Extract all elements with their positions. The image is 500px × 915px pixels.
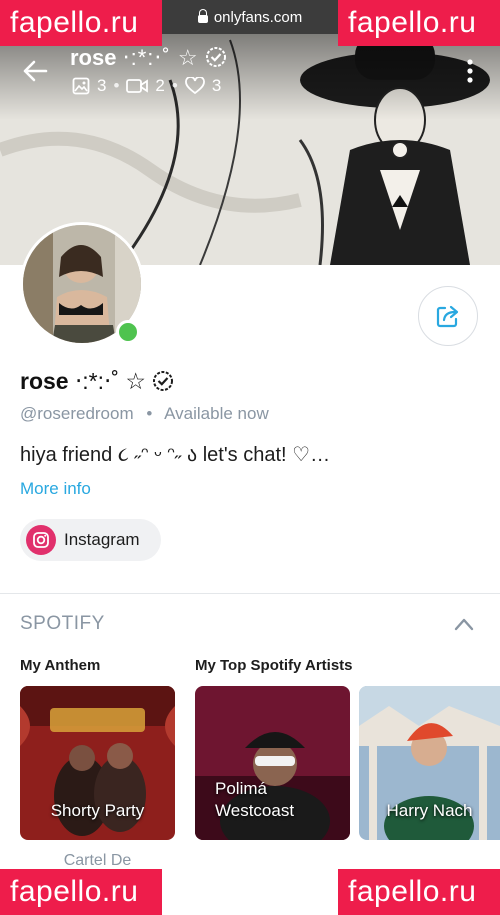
handle-row: @roseredroom • Available now [20,404,269,424]
artist-name: Harry Nach [386,801,473,820]
header-name-deco: ‧:*:‧˚ ☆ [122,45,199,70]
section-divider [0,593,500,594]
heart-icon [184,77,205,95]
browser-url-bar[interactable]: onlyfans.com [162,0,338,34]
instagram-link[interactable]: Instagram [20,519,161,561]
photo-count: 3 [97,76,107,95]
availability-status: Available now [164,404,269,423]
back-arrow-icon[interactable] [22,58,48,84]
spotify-section-title: SPOTIFY [20,613,105,634]
online-status-dot [116,320,140,344]
share-icon [436,305,459,328]
handle-separator: • [146,404,153,423]
profile-bio: hiya friend ૮ ˶ᵔ ᵕ ᵔ˶ ა let's chat! ♡… [20,444,331,466]
lock-icon [197,9,208,23]
header-profile-name: rose ‧:*:‧˚ ☆ [70,45,227,71]
profile-name-deco: ‧:*:‧˚ ☆ [74,368,147,394]
watermark-top-right: fapello.ru [338,0,500,46]
top-artists-label: My Top Spotify Artists [195,657,353,674]
stat-separator: • [171,76,178,95]
header-stats: 3 • 2 • 3 [72,76,221,96]
like-count: 3 [211,76,222,95]
url-text: onlyfans.com [213,8,303,26]
artist-name-line1: Polimá [215,779,267,798]
watermark-bottom-right: fapello.ru [338,869,500,915]
watermark-top-left: fapello.ru [0,0,162,46]
profile-name: rose ‧:*:‧˚ ☆ [20,368,174,395]
more-options-icon[interactable] [466,59,474,83]
profile-handle: @roseredroom [20,404,134,423]
instagram-label: Instagram [64,530,140,549]
video-count: 2 [155,76,165,95]
instagram-icon [26,525,56,555]
profile-name-text: rose [20,368,69,394]
anthem-artist: Cartel De [63,852,132,869]
chevron-up-icon[interactable] [454,617,474,631]
header-name-text: rose [70,45,117,70]
more-info-link[interactable]: More info [20,479,91,499]
artist-name-line2: Westcoast [215,801,295,820]
watermark-bottom-left: fapello.ru [0,869,162,915]
artist-name: Polimá Westcoast [215,778,294,822]
artist-card[interactable]: Polimá Westcoast [195,686,350,840]
share-button[interactable] [418,286,478,346]
video-icon [126,79,149,93]
photo-icon [72,77,90,95]
anthem-card[interactable]: Shorty Party [20,686,175,840]
my-anthem-label: My Anthem [20,657,101,674]
stat-separator: • [113,76,120,95]
anthem-title: Shorty Party [50,801,145,820]
verified-badge-icon [205,47,226,67]
artist-card[interactable]: Harry Nach [359,686,500,840]
verified-badge-icon [153,371,174,391]
